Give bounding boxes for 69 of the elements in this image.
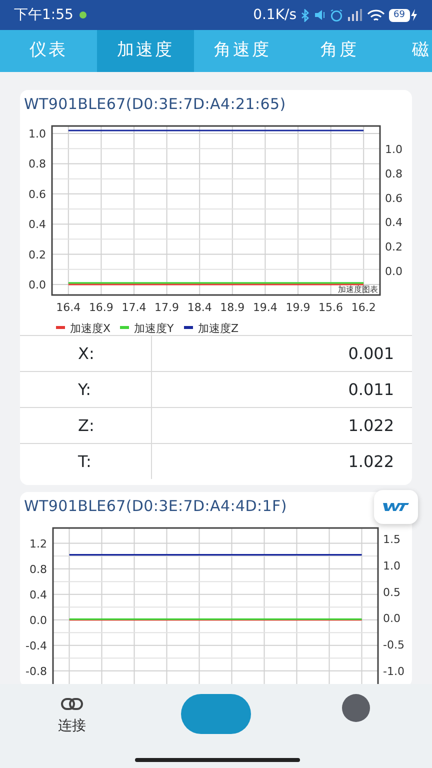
axis-tick-label: 0.0 (385, 265, 402, 278)
axis-tick-label: -0.8 (26, 664, 47, 678)
bluetooth-icon (300, 8, 310, 22)
axis-tick-label: 19.9 (286, 301, 310, 314)
tab[interactable]: 角速度 (194, 30, 291, 72)
link-icon (61, 698, 83, 710)
tab[interactable]: 加速度 (97, 30, 194, 72)
legend-label: 加速度X (70, 322, 111, 335)
axis-tick-label: 16.2 (351, 301, 376, 314)
axis-tick-label: 0.4 (385, 216, 402, 230)
status-dot-icon (79, 11, 88, 19)
axis-tick-label: 17.4 (122, 301, 146, 314)
axis-tick-label: 0.4 (28, 218, 46, 232)
reading-label: T: (20, 444, 152, 479)
axis-tick-label: 0.0 (30, 614, 47, 627)
axis-tick-label: 17.9 (154, 301, 180, 314)
axis-tick-label: 1.5 (383, 533, 400, 546)
axis-tick-label: 0.4 (30, 588, 47, 602)
reading-label: Y: (20, 372, 152, 407)
axis-tick-label: 0.6 (385, 192, 402, 205)
speaker-icon (314, 9, 326, 21)
axis-tick-label: -0.5 (383, 638, 404, 652)
axis-tick-label: -0.4 (26, 639, 47, 652)
axis-tick-label: 0.2 (385, 240, 402, 254)
axis-tick-label: 16.9 (88, 301, 114, 314)
chart-title: 加速度图表 (338, 285, 378, 294)
device-title: WT901BLE67(D0:3E:7D:A4:4D:1F) (23, 496, 287, 517)
axis-tick-label: 0.5 (383, 586, 400, 599)
legend-swatch (120, 326, 129, 329)
reading-value: 1.022 (347, 414, 395, 436)
axis-tick-label: 0.8 (385, 167, 402, 180)
status-time: 下午1:55 (14, 6, 74, 24)
reading-value: 0.011 (347, 378, 395, 400)
legend-swatch (184, 326, 193, 329)
reading-label: X: (20, 336, 152, 371)
alarm-icon (330, 8, 343, 22)
signal-icon (346, 9, 363, 21)
axis-tick-label: 18.4 (187, 301, 212, 314)
axis-tick-label: 0.2 (28, 248, 46, 262)
axis-tick-label: 0.8 (30, 562, 47, 576)
network-speed: 0.1K/s (253, 6, 297, 24)
axis-tick-label: 0.6 (28, 188, 46, 201)
reading-value: 0.001 (347, 342, 395, 364)
legend-label: 加速度Z (198, 322, 239, 335)
tab[interactable]: 角度 (291, 30, 388, 72)
tab[interactable]: 磁 (388, 30, 432, 72)
axis-tick-label: 19.4 (252, 301, 278, 314)
axis-tick-label: 18.9 (220, 301, 245, 314)
legend-swatch (56, 326, 65, 329)
logo-icon (383, 502, 409, 512)
nav-icon[interactable] (342, 694, 370, 722)
device-title: WT901BLE67(D0:3E:7D:A4:21:65) (23, 94, 286, 115)
axis-tick-label: 1.0 (385, 143, 402, 156)
axis-tick-label: 0.0 (28, 278, 46, 292)
center-button[interactable] (181, 694, 251, 734)
reading-value: 1.022 (347, 450, 395, 472)
logo-button[interactable] (374, 490, 418, 524)
axis-tick-label: 1.2 (30, 537, 47, 550)
tab[interactable]: 仪表 (0, 30, 97, 72)
axis-tick-label: 16.4 (56, 301, 81, 314)
wifi-icon (366, 8, 385, 22)
axis-tick-label: -1.0 (383, 665, 404, 678)
axis-tick-label: 15.6 (318, 301, 344, 314)
legend-label: 加速度Y (134, 322, 174, 335)
axis-tick-label: 0.0 (383, 612, 400, 626)
reading-label: Z: (20, 408, 152, 443)
axis-tick-label: 1.0 (28, 128, 46, 141)
axis-tick-label: 1.0 (383, 559, 400, 572)
axis-tick-label: 0.8 (28, 158, 46, 171)
